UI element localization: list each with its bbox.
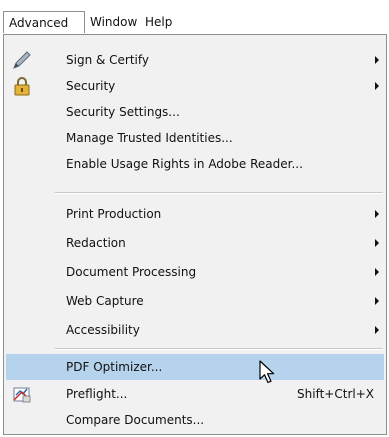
menu-item-print-production[interactable]: Print Production [6,201,384,227]
menu-advanced[interactable]: Advanced [3,11,85,33]
menu-help[interactable]: Help [140,11,177,33]
menu-item-redaction[interactable]: Redaction [6,230,384,256]
submenu-arrow-icon [375,268,379,276]
menu-item-label: Sign & Certify [66,53,150,67]
submenu-arrow-icon [375,56,379,64]
submenu-arrow-icon [375,82,379,90]
menu-item-label: Preflight... [66,387,128,401]
submenu-arrow-icon [375,326,379,334]
menu-item-compare-documents[interactable]: Compare Documents... [6,407,384,433]
submenu-arrow-icon [375,239,379,247]
menu-item-security-settings[interactable]: Security Settings... [6,99,384,125]
menu-item-pdf-optimizer[interactable]: PDF Optimizer... [6,354,384,380]
menu-item-label: Compare Documents... [66,413,205,427]
menu-item-label: PDF Optimizer... [66,360,163,374]
preflight-icon [11,383,33,405]
menu-item-label: Document Processing [66,265,197,279]
menu-item-label: Print Production [66,207,162,221]
pen-icon [11,49,33,71]
menu-item-label: Enable Usage Rights in Adobe Reader... [66,157,303,171]
padlock-icon [11,75,33,97]
menu-item-label: Security Settings... [66,105,180,119]
menu-item-security[interactable]: Security [6,73,384,99]
menu-item-label: Manage Trusted Identities... [66,131,233,145]
menu-item-label: Accessibility [66,323,140,337]
menu-bar: Advanced Window Help [0,0,389,36]
menu-item-label: Redaction [66,236,126,250]
menu-item-web-capture[interactable]: Web Capture [6,288,384,314]
menu-item-manage-trusted-identities[interactable]: Manage Trusted Identities... [6,125,384,151]
menu-window[interactable]: Window [85,11,142,33]
mouse-pointer-icon [259,360,275,384]
menu-separator [55,192,383,194]
menu-item-sign-certify[interactable]: Sign & Certify [6,47,384,73]
shortcut-label: Shift+Ctrl+X [297,387,374,401]
advanced-dropdown-menu: Sign & Certify Security Security Setting… [3,34,387,435]
menu-item-document-processing[interactable]: Document Processing [6,259,384,285]
menu-item-accessibility[interactable]: Accessibility [6,317,384,343]
submenu-arrow-icon [375,297,379,305]
menu-item-label: Web Capture [66,294,144,308]
menu-separator [55,348,383,350]
submenu-arrow-icon [375,210,379,218]
menu-item-preflight[interactable]: Preflight... Shift+Ctrl+X [6,381,384,407]
menu-item-enable-usage-rights[interactable]: Enable Usage Rights in Adobe Reader... [6,151,384,177]
menu-item-label: Security [66,79,116,93]
